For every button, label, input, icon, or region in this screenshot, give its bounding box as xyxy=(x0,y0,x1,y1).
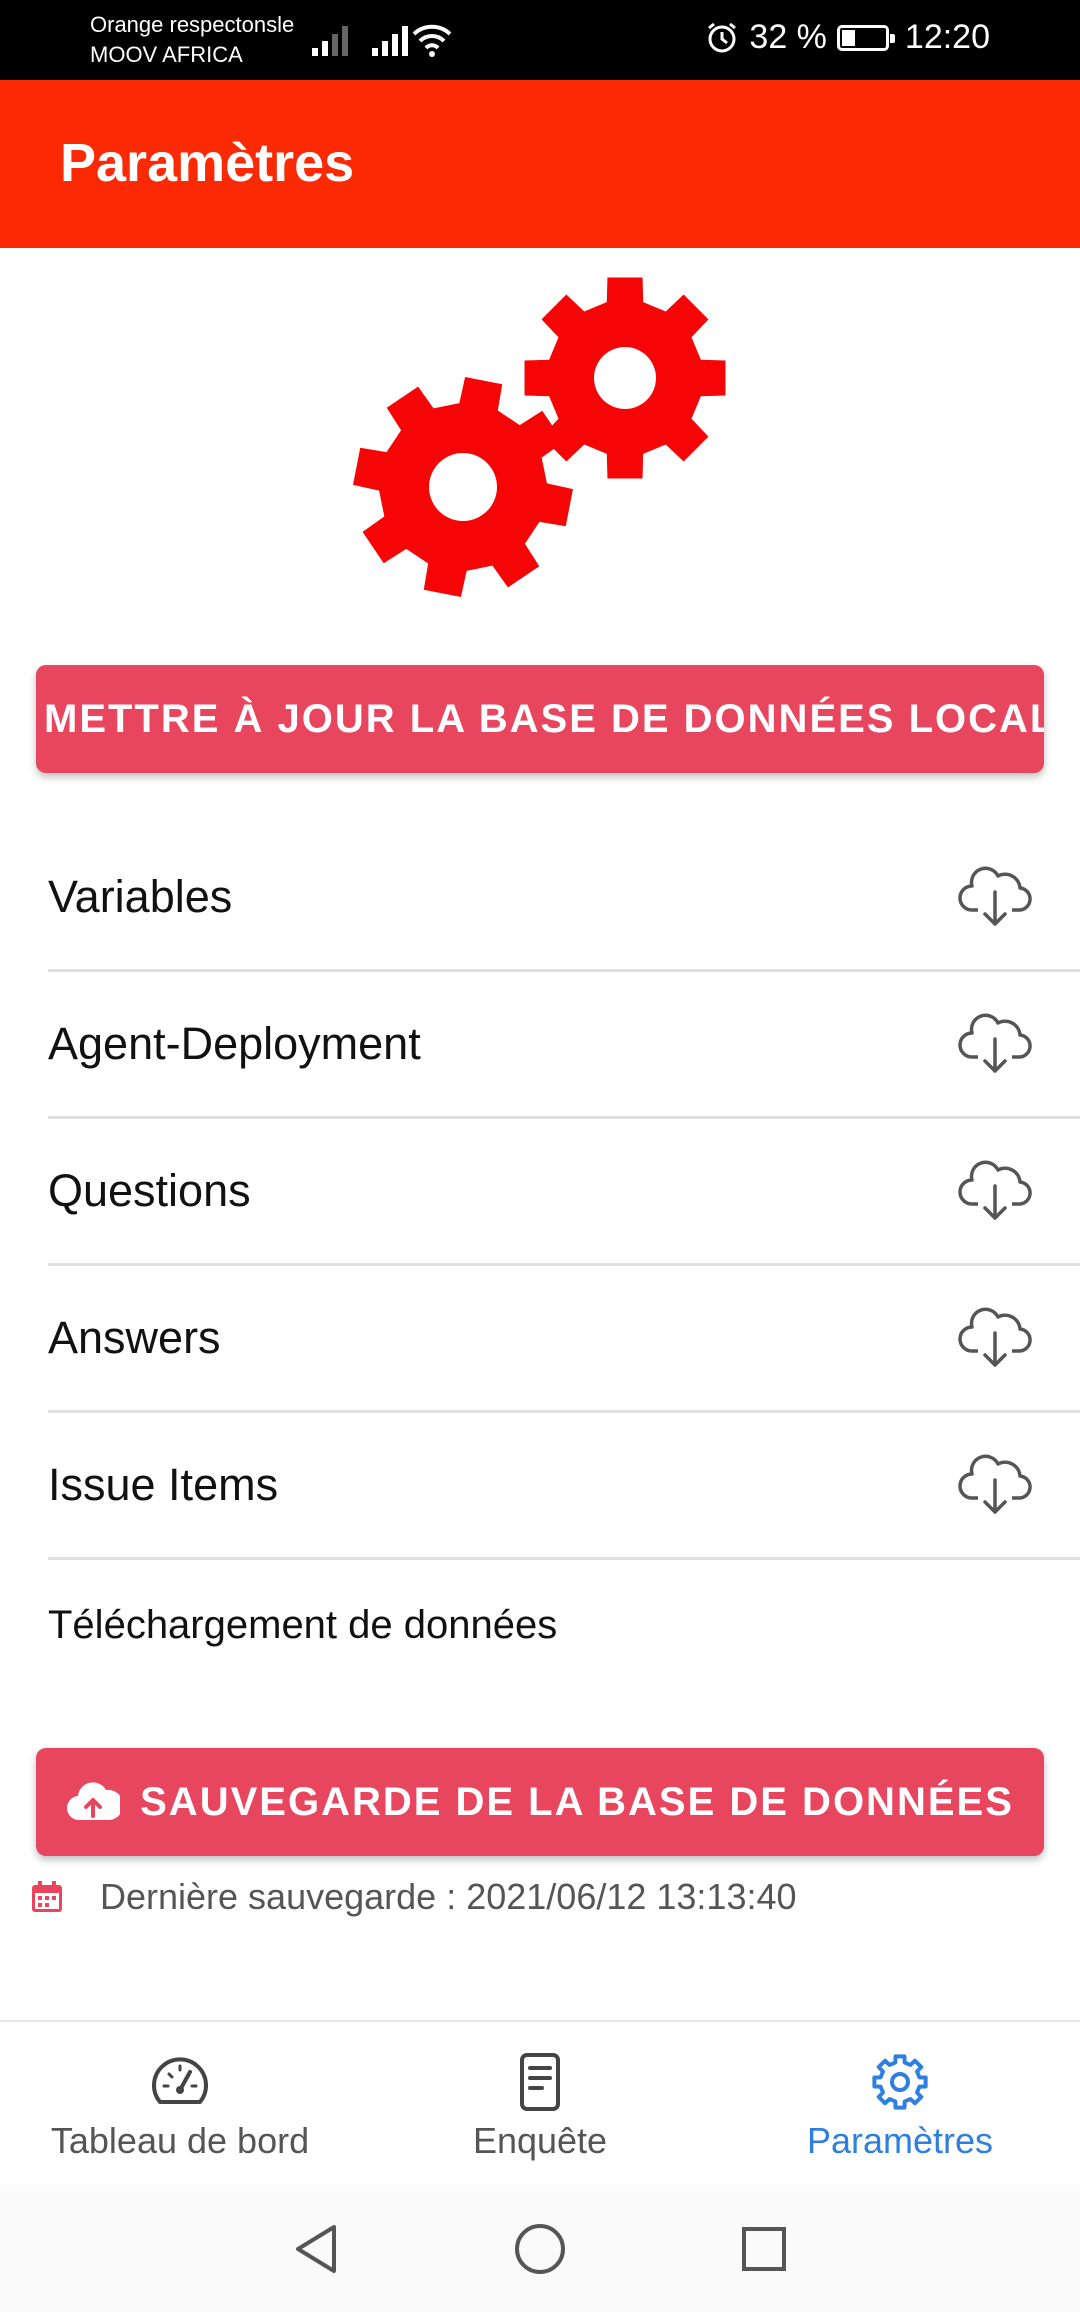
list-item-label: Variables xyxy=(48,871,233,922)
system-navigation-bar xyxy=(0,2185,1080,2312)
dashboard-gauge-icon xyxy=(152,2057,208,2104)
gear-icon xyxy=(872,2054,928,2110)
recent-apps-icon[interactable] xyxy=(738,2223,790,2275)
list-item-label: Agent-Deployment xyxy=(48,1018,421,1069)
status-bar: Orange respectonsle MOOV AFRICA 32 % 12:… xyxy=(0,0,1080,80)
list-item-label: Answers xyxy=(48,1312,221,1363)
last-save-info: Dernière sauvegarde : 2021/06/12 13:13:4… xyxy=(30,1876,797,1918)
battery-icon xyxy=(836,24,895,51)
list-item-variables[interactable]: Variables xyxy=(48,825,1080,972)
cloud-download-icon[interactable] xyxy=(958,1305,1032,1371)
bottom-navigation: Tableau de bord Enquête Paramètres xyxy=(0,2020,1080,2185)
page-title: Paramètres xyxy=(60,133,355,193)
alarm-icon xyxy=(708,22,737,52)
gears-icon xyxy=(353,277,726,597)
back-icon[interactable] xyxy=(290,2221,342,2277)
carrier-info: Orange respectonsle MOOV AFRICA xyxy=(90,10,294,70)
last-save-text: Dernière sauvegarde : 2021/06/12 13:13:4… xyxy=(100,1876,797,1917)
calendar-icon xyxy=(32,1881,62,1912)
nav-tab-label: Paramètres xyxy=(806,2120,994,2161)
clock: 12:20 xyxy=(904,18,990,56)
list-item-questions[interactable]: Questions xyxy=(48,1119,1080,1266)
list-item-label: Questions xyxy=(48,1165,251,1216)
document-icon xyxy=(520,2053,560,2111)
app-bar: Paramètres xyxy=(0,80,1080,248)
backup-button-label: SAUVEGARDE DE LA BASE DE DONNÉES xyxy=(140,1779,1014,1824)
list-item-answers[interactable]: Answers xyxy=(48,1266,1080,1413)
cloud-download-icon[interactable] xyxy=(958,1011,1032,1077)
wifi-icon xyxy=(412,24,452,57)
nav-tab-survey[interactable]: Enquête xyxy=(360,2022,720,2185)
cloud-download-icon[interactable] xyxy=(958,1158,1032,1224)
update-button-label: METTRE À JOUR LA BASE DE DONNÉES LOCALE xyxy=(44,696,1044,741)
cloud-upload-icon xyxy=(67,1782,121,1821)
signal-2-icon xyxy=(372,22,408,56)
tables-list: Variables Agent-Deployment Questions Ans… xyxy=(48,825,1080,1560)
cloud-download-icon[interactable] xyxy=(958,864,1032,930)
carrier-line-2: MOOV AFRICA xyxy=(90,42,243,67)
backup-database-button[interactable]: SAUVEGARDE DE LA BASE DE DONNÉES xyxy=(36,1748,1044,1856)
upload-section-title: Téléchargement de données xyxy=(48,1603,558,1647)
signal-1-icon xyxy=(312,22,348,56)
nav-tab-label: Enquête xyxy=(472,2120,608,2161)
list-item-issue-items[interactable]: Issue Items xyxy=(48,1413,1080,1560)
home-icon[interactable] xyxy=(512,2221,568,2277)
cloud-download-icon[interactable] xyxy=(958,1452,1032,1518)
list-item-agent-deployment[interactable]: Agent-Deployment xyxy=(48,972,1080,1119)
nav-tab-label: Tableau de bord xyxy=(50,2120,310,2161)
status-right: 32 % 12:20 xyxy=(705,18,990,57)
nav-tab-settings[interactable]: Paramètres xyxy=(720,2022,1080,2185)
carrier-line-1: Orange respectonsle xyxy=(90,12,295,37)
update-local-database-button[interactable]: METTRE À JOUR LA BASE DE DONNÉES LOCALE xyxy=(36,665,1044,773)
battery-percent: 32 % xyxy=(749,18,827,56)
list-item-label: Issue Items xyxy=(48,1459,279,1510)
nav-tab-dashboard[interactable]: Tableau de bord xyxy=(0,2022,360,2185)
